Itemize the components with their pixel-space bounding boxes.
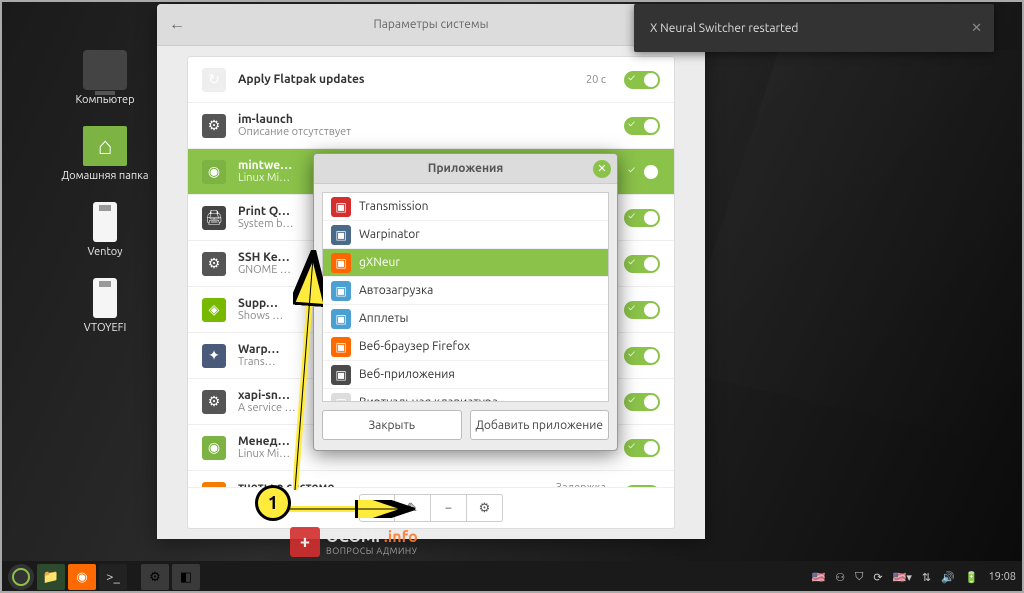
taskbar-app[interactable]: ◧ [172,564,200,590]
app-icon: ▣ [331,253,351,273]
usb-icon [93,278,117,318]
keyboard-indicator[interactable]: 🇺🇸 [812,571,826,584]
app-icon: ◉ [202,160,226,184]
taskbar-terminal[interactable]: >_ [99,564,127,590]
taskbar[interactable]: 📁 ◉ >_ ⚙ ◧ 🇺🇸 ⚇ ⛉ ⟳ 🇺🇸▾ ⇅ 🔊 🔋 19:08 [0,561,1024,593]
network-icon[interactable]: ⇅ [922,571,931,584]
dialog-titlebar[interactable]: Приложения ✕ [314,154,617,184]
app-label: Апплеты [359,312,408,325]
desktop-icon-label: VTOYEFI [84,322,127,334]
desktop-icon-label: Компьютер [75,94,134,106]
app-label: gXNeur [359,256,400,269]
app-icon: ⚙ [202,114,226,138]
toggle-switch[interactable] [624,301,660,319]
app-icon: ⚙ [202,252,226,276]
app-label: Warpinator [359,228,420,241]
application-item[interactable]: ▣ Warpinator [323,221,608,249]
app-label: Веб-браузер Firefox [359,340,470,353]
computer-icon [83,50,127,90]
desktop-icon-home[interactable]: Домашняя папка [60,126,150,182]
close-button[interactable]: Закрыть [322,410,462,440]
startup-app-row[interactable]: ⚙ im-launchОписание отсутствует [188,103,674,149]
update-icon[interactable]: ⟳ [873,571,882,584]
toggle-switch[interactable] [624,347,660,365]
app-icon: 🖨 [202,206,226,230]
app-icon: ✦ [202,344,226,368]
window-title: Параметры системы [373,18,488,31]
startup-app-row[interactable]: ↻ Apply Flatpak updates 20 с [188,57,674,103]
window-titlebar[interactable]: ← Параметры системы [157,4,705,46]
taskbar-app[interactable]: ⚙ [141,564,169,590]
run-button[interactable]: ⚙ [467,494,503,522]
app-icon: ▣ [331,393,351,403]
app-icon: ◈ [202,298,226,322]
watermark: + OCOMP.info ВОПРОСЫ АДМИНУ [290,527,418,557]
folder-icon [83,126,127,166]
taskbar-firefox[interactable]: ◉ [68,564,96,590]
toggle-switch[interactable] [624,485,660,488]
app-icon: ▣ [331,365,351,385]
toggle-switch[interactable] [624,117,660,135]
add-application-button[interactable]: Добавить приложение [470,410,610,440]
bluetooth-icon[interactable]: ⚇ [835,571,845,584]
application-item[interactable]: ▣ gXNeur [323,249,608,277]
app-icon: ▣ [331,337,351,357]
app-icon: ▣ [331,281,351,301]
remove-button[interactable]: − [431,494,467,522]
app-label: Автозагрузка [359,284,433,297]
application-item[interactable]: ▣ Веб-приложения [323,361,608,389]
application-item[interactable]: ▣ Transmission [323,193,608,221]
shield-icon[interactable]: ⛉ [855,571,863,584]
app-icon: ◉ [202,436,226,460]
annotation-marker-1: 1 [255,485,291,521]
app-label: Transmission [359,200,429,213]
notification-toast[interactable]: X Neural Switcher restarted ✕ [634,4,994,52]
toggle-switch[interactable] [624,439,660,457]
toggle-switch[interactable] [624,255,660,273]
volume-icon[interactable]: 🔊 [941,571,955,584]
desktop-icon-vtoyefi[interactable]: VTOYEFI [60,278,150,334]
plus-icon: + [290,527,320,557]
keyboard-indicator[interactable]: 🇺🇸▾ [893,571,912,584]
app-subtitle: Описание отсутствует [238,126,612,138]
menu-button[interactable] [8,564,34,590]
application-item[interactable]: ▣ Автозагрузка [323,277,608,305]
app-title: Apply Flatpak updates [238,73,574,86]
close-icon[interactable]: ✕ [971,21,982,36]
application-item[interactable]: ▣ Апплеты [323,305,608,333]
app-label: Виртуальная клавиатура [359,396,498,402]
app-icon: ⚙ [202,390,226,414]
annotation-arrow [288,500,418,518]
close-icon[interactable]: ✕ [593,160,611,178]
notification-text: X Neural Switcher restarted [650,22,798,35]
dialog-title: Приложения [428,162,504,175]
desktop-icon-ventoy[interactable]: Ventoy [60,202,150,258]
app-icon: ▣ [331,309,351,329]
app-label: Веб-приложения [359,368,455,381]
back-button[interactable]: ← [169,15,185,34]
toggle-switch[interactable] [624,209,660,227]
desktop-icon-label: Домашняя папка [61,170,148,182]
startup-app-row[interactable]: ! тчеты о системе ешение проблем Задержк… [188,471,674,487]
applications-dialog: Приложения ✕ ▣ Transmission ▣ Warpinator ▣ gX… [313,153,618,451]
app-icon: ↻ [202,68,226,92]
battery-icon[interactable]: 🔋 [965,571,979,584]
app-icon: ▣ [331,197,351,217]
toggle-switch[interactable] [624,393,660,411]
toggle-switch[interactable] [624,163,660,181]
application-item[interactable]: ▣ Виртуальная клавиатура [323,389,608,402]
system-tray[interactable]: 🇺🇸 ⚇ ⛉ ⟳ 🇺🇸▾ ⇅ 🔊 🔋 19:08 [812,571,1016,584]
app-title: im-launch [238,113,612,126]
applications-list[interactable]: ▣ Transmission ▣ Warpinator ▣ gXNeur ▣ Автозагр… [322,192,609,402]
taskbar-files[interactable]: 📁 [37,564,65,590]
annotation-arrow [293,250,323,500]
app-icon: ▣ [331,225,351,245]
toggle-switch[interactable] [624,71,660,89]
desktop-icon-label: Ventoy [88,246,123,258]
clock[interactable]: 19:08 [988,571,1016,583]
usb-icon [93,202,117,242]
application-item[interactable]: ▣ Веб-браузер Firefox [323,333,608,361]
delay-label: 20 с [586,74,606,86]
desktop-icon-computer[interactable]: Компьютер [60,50,150,106]
